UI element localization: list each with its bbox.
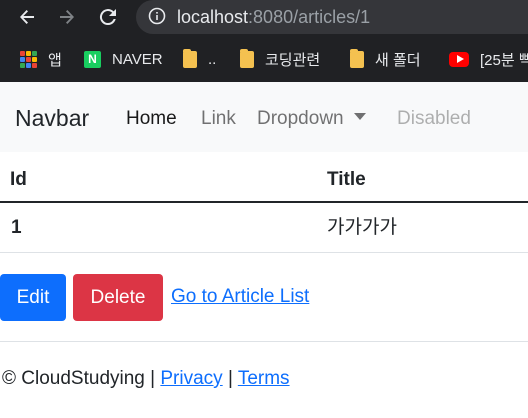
folder-icon (183, 48, 197, 68)
column-header-title: Title (327, 169, 366, 190)
bookmark-folder-new[interactable]: 새 폴더 (350, 48, 421, 70)
bookmark-youtube[interactable]: [25분 빡 (449, 48, 528, 70)
youtube-icon (449, 51, 469, 67)
url-host: localhost (177, 7, 249, 27)
nav-dropdown[interactable]: Dropdown (257, 107, 366, 131)
bookmark-label: 코딩관련 (265, 51, 321, 69)
column-header-id: Id (10, 169, 27, 190)
table-row-divider (0, 252, 528, 253)
privacy-link[interactable]: Privacy (160, 368, 222, 389)
cell-title: 가가가가 (327, 217, 397, 238)
reload-icon[interactable] (94, 4, 122, 30)
navbar: Navbar Home Link Dropdown Disabled (0, 82, 528, 152)
cell-id: 1 (11, 217, 22, 238)
bookmark-label: NAVER (112, 50, 163, 68)
delete-button[interactable]: Delete (73, 274, 163, 321)
bookmark-label: .. (208, 50, 217, 68)
url-path: :8080/articles/1 (248, 7, 371, 27)
bookmark-label: 새 폴더 (375, 51, 421, 69)
terms-link[interactable]: Terms (238, 368, 290, 389)
edit-button[interactable]: Edit (0, 274, 66, 321)
naver-icon: N (84, 50, 101, 68)
back-to-list-link[interactable]: Go to Article List (171, 285, 309, 309)
table-header-divider (0, 201, 528, 203)
folder-icon (240, 48, 254, 68)
bookmark-folder-coding[interactable]: 코딩관련 (240, 48, 320, 70)
caret-down-icon (353, 113, 366, 120)
footer-divider (0, 341, 528, 342)
footer-separator: | (227, 368, 233, 389)
nav-dropdown-label: Dropdown (257, 108, 344, 129)
navbar-brand[interactable]: Navbar (15, 104, 89, 132)
bookmarks-bar: 앱 N NAVER .. 코딩관련 새 폴더 [25분 빡 (0, 36, 528, 82)
footer-separator: | (150, 368, 156, 389)
browser-toolbar: localhost:8080/articles/1 (0, 0, 528, 36)
apps-grid-icon (20, 50, 37, 68)
footer-copyright: © CloudStudying (2, 368, 145, 389)
nav-link-link[interactable]: Link (201, 107, 236, 131)
nav-link-home[interactable]: Home (126, 107, 177, 131)
url-text[interactable]: localhost:8080/articles/1 (177, 6, 370, 28)
folder-icon (350, 48, 364, 68)
bookmark-apps[interactable]: 앱 (20, 48, 62, 70)
nav-link-disabled: Disabled (397, 108, 471, 129)
bookmark-folder-dots[interactable]: .. (183, 48, 216, 70)
footer: © CloudStudying | Privacy | Terms (2, 367, 290, 391)
forward-arrow-icon[interactable] (53, 4, 81, 30)
site-info-icon[interactable] (148, 7, 166, 25)
bookmark-label: 앱 (48, 51, 62, 69)
bookmark-naver[interactable]: N NAVER (84, 48, 163, 70)
back-arrow-icon[interactable] (13, 4, 41, 30)
bookmark-label: [25분 빡 (480, 51, 528, 69)
